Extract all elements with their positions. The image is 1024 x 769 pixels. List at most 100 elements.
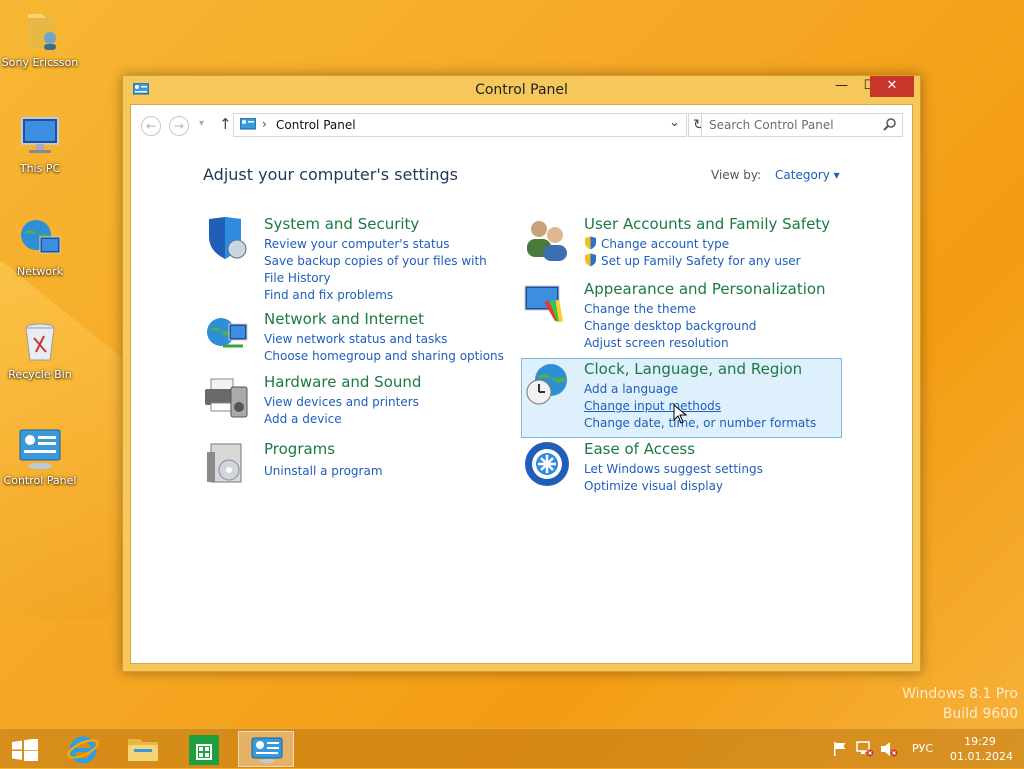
network-status-icon[interactable] bbox=[856, 741, 874, 760]
back-button[interactable]: ← bbox=[141, 116, 161, 136]
windows-watermark: Windows 8.1 Pro Build 9600 bbox=[902, 684, 1018, 724]
computer-icon bbox=[16, 112, 64, 160]
clock-date: 01.01.2024 bbox=[950, 750, 1013, 763]
view-by-label: View by: bbox=[711, 168, 762, 182]
link-review-status[interactable]: Review your computer's status bbox=[264, 236, 524, 253]
desktop-icon-recycle-bin[interactable]: Recycle Bin bbox=[0, 318, 80, 381]
link-family-safety[interactable]: Set up Family Safety for any user bbox=[584, 253, 844, 270]
title-bar[interactable]: Control Panel — ☐ ✕ bbox=[123, 76, 920, 104]
link-find-fix-problems[interactable]: Find and fix problems bbox=[264, 287, 524, 304]
network-globe-icon bbox=[16, 215, 64, 263]
watermark-edition: Windows 8.1 Pro bbox=[902, 686, 1018, 702]
category-title[interactable]: User Accounts and Family Safety bbox=[584, 215, 830, 233]
category-title[interactable]: Network and Internet bbox=[264, 310, 424, 328]
control-panel-icon bbox=[250, 736, 284, 768]
link-date-time-formats[interactable]: Change date, time, or number formats bbox=[584, 415, 844, 432]
ease-of-access-icon[interactable] bbox=[523, 440, 571, 488]
link-change-theme[interactable]: Change the theme bbox=[584, 301, 844, 318]
users-icon[interactable] bbox=[523, 215, 571, 263]
desktop-icon-label: Recycle Bin bbox=[8, 368, 72, 381]
printer-icon[interactable] bbox=[203, 373, 251, 421]
category-user-accounts: User Accounts and Family Safety Change a… bbox=[523, 215, 843, 275]
clock-time: 19:29 bbox=[964, 735, 996, 748]
close-button[interactable]: ✕ bbox=[870, 76, 914, 97]
category-title[interactable]: Hardware and Sound bbox=[264, 373, 421, 391]
link-file-history[interactable]: Save backup copies of your files with Fi… bbox=[264, 253, 494, 287]
mouse-cursor-icon bbox=[673, 403, 688, 424]
view-by-value[interactable]: Category bbox=[775, 168, 830, 182]
taskbar-control-panel[interactable] bbox=[238, 731, 294, 767]
view-by-dropdown[interactable]: Category ▾ bbox=[775, 168, 840, 182]
desktop-icon-sony-ericsson[interactable]: Sony Ericsson bbox=[0, 6, 80, 69]
control-panel-icon bbox=[16, 424, 64, 472]
breadcrumb-control-panel[interactable]: Control Panel bbox=[276, 118, 356, 132]
windows-logo-icon bbox=[12, 738, 38, 765]
category-title[interactable]: Clock, Language, and Region bbox=[584, 360, 802, 378]
volume-muted-icon[interactable] bbox=[880, 741, 898, 760]
breadcrumb-separator[interactable]: › bbox=[262, 117, 267, 131]
category-title[interactable]: System and Security bbox=[264, 215, 419, 233]
search-icon[interactable] bbox=[883, 118, 896, 134]
uac-shield-icon bbox=[584, 253, 597, 267]
taskbar-store[interactable] bbox=[176, 731, 232, 767]
link-network-status[interactable]: View network status and tasks bbox=[264, 331, 524, 348]
navigation-bar: ← → ▾ ↑ › Control Panel ⌄ ↻ Search Contr… bbox=[131, 105, 912, 145]
category-network-internet: Network and Internet View network status… bbox=[203, 310, 523, 370]
category-title[interactable]: Ease of Access bbox=[584, 440, 695, 458]
link-label[interactable]: Set up Family Safety for any user bbox=[601, 254, 801, 268]
link-homegroup[interactable]: Choose homegroup and sharing options bbox=[264, 348, 524, 365]
link-optimize-visual[interactable]: Optimize visual display bbox=[584, 478, 844, 495]
personalization-icon[interactable] bbox=[523, 280, 571, 328]
desktop-icon-label: Sony Ericsson bbox=[1, 56, 79, 69]
search-placeholder: Search Control Panel bbox=[709, 118, 834, 132]
link-add-device[interactable]: Add a device bbox=[264, 411, 524, 428]
desktop-icon-label: Network bbox=[17, 265, 63, 278]
link-desktop-background[interactable]: Change desktop background bbox=[584, 318, 844, 335]
clock-globe-icon[interactable] bbox=[523, 360, 571, 408]
recent-locations-button[interactable]: ▾ bbox=[199, 118, 204, 129]
link-add-language[interactable]: Add a language bbox=[584, 381, 844, 398]
taskbar-internet-explorer[interactable] bbox=[56, 731, 112, 767]
watermark-build: Build 9600 bbox=[942, 706, 1018, 722]
folder-user-icon bbox=[16, 6, 64, 54]
desktop-icon-control-panel[interactable]: Control Panel bbox=[0, 424, 80, 487]
programs-icon[interactable] bbox=[203, 440, 251, 488]
category-title[interactable]: Programs bbox=[264, 440, 335, 458]
shield-icon[interactable] bbox=[203, 215, 251, 263]
control-panel-icon bbox=[239, 117, 257, 135]
up-button[interactable]: ↑ bbox=[219, 115, 232, 133]
input-language-indicator[interactable]: РУС bbox=[912, 742, 933, 755]
link-devices-printers[interactable]: View devices and printers bbox=[264, 394, 524, 411]
action-center-flag-icon[interactable] bbox=[832, 741, 848, 760]
internet-explorer-icon bbox=[66, 733, 100, 769]
control-panel-window: Control Panel — ☐ ✕ ← → ▾ ↑ › Control Pa… bbox=[122, 75, 921, 672]
link-screen-resolution[interactable]: Adjust screen resolution bbox=[584, 335, 844, 352]
category-hardware-sound: Hardware and Sound View devices and prin… bbox=[203, 373, 523, 433]
page-heading: Adjust your computer's settings bbox=[203, 165, 458, 184]
category-title[interactable]: Appearance and Personalization bbox=[584, 280, 826, 298]
desktop-icon-network[interactable]: Network bbox=[0, 215, 80, 278]
recycle-bin-icon bbox=[16, 318, 64, 366]
address-bar[interactable]: › Control Panel ⌄ bbox=[233, 113, 687, 137]
start-button[interactable] bbox=[0, 731, 50, 767]
address-dropdown-button[interactable]: ⌄ bbox=[669, 115, 680, 130]
taskbar: РУС 19:29 01.01.2024 bbox=[0, 728, 1024, 768]
taskbar-file-explorer[interactable] bbox=[116, 731, 172, 767]
chevron-down-icon[interactable]: ▾ bbox=[834, 168, 840, 182]
window-content: ← → ▾ ↑ › Control Panel ⌄ ↻ Search Contr… bbox=[130, 104, 913, 664]
clock[interactable]: 19:29 01.01.2024 bbox=[950, 734, 1013, 764]
link-change-account-type[interactable]: Change account type bbox=[584, 236, 844, 253]
desktop-icon-label: This PC bbox=[19, 162, 61, 175]
network-icon[interactable] bbox=[203, 310, 251, 358]
forward-button[interactable]: → bbox=[169, 116, 189, 136]
link-label[interactable]: Change account type bbox=[601, 237, 729, 251]
uac-shield-icon bbox=[584, 236, 597, 250]
link-windows-suggest[interactable]: Let Windows suggest settings bbox=[584, 461, 844, 478]
link-uninstall-program[interactable]: Uninstall a program bbox=[264, 463, 524, 480]
category-programs: Programs Uninstall a program bbox=[203, 440, 523, 490]
minimize-button[interactable]: — bbox=[828, 76, 855, 97]
link-change-input-methods[interactable]: Change input methods bbox=[584, 398, 844, 415]
desktop-icon-this-pc[interactable]: This PC bbox=[0, 112, 80, 175]
category-ease-of-access: Ease of Access Let Windows suggest setti… bbox=[523, 440, 843, 500]
search-input[interactable]: Search Control Panel bbox=[701, 113, 903, 137]
